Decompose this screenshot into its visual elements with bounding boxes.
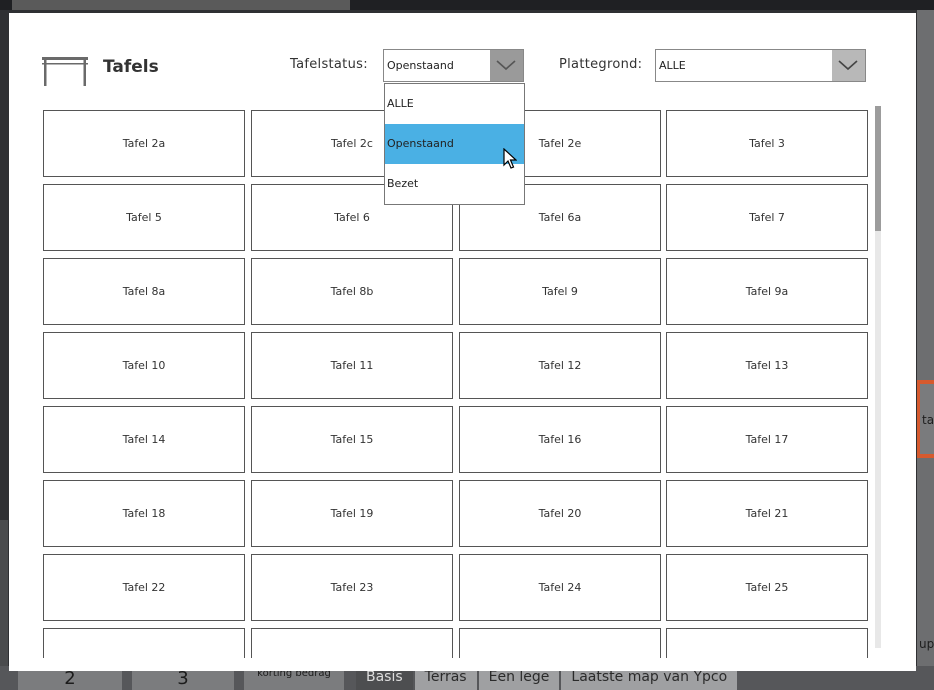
table-button[interactable]: Tafel 14 [43,406,245,473]
table-button[interactable]: Tafel 21 [666,480,868,547]
grid-scrollbar[interactable] [875,106,881,648]
table-button[interactable] [459,628,661,658]
table-button[interactable]: Tafel 2a [43,110,245,177]
background-left-strip [0,520,8,680]
table-button[interactable]: Tafel 8a [43,258,245,325]
background-right-strip: ta up [917,10,934,680]
table-button[interactable]: Tafel 13 [666,332,868,399]
table-button[interactable]: Tafel 3 [666,110,868,177]
plattegrond-select[interactable]: ALLE [655,49,866,82]
background-key: korting bedrag [244,668,344,690]
background-side-text: up [919,637,934,651]
table-button[interactable]: Tafel 19 [251,480,453,547]
table-button[interactable]: Tafel 22 [43,554,245,621]
background-tab [12,0,350,10]
status-option-alle[interactable]: ALLE [385,84,524,124]
table-button[interactable]: Tafel 11 [251,332,453,399]
table-button[interactable]: Tafel 9a [666,258,868,325]
table-button[interactable]: Tafel 12 [459,332,661,399]
background-key: 2 [18,668,122,690]
table-button[interactable]: Tafel 25 [666,554,868,621]
table-button[interactable] [251,628,453,658]
plattegrond-label: Plattegrond: [559,57,643,72]
status-select[interactable]: Openstaand [383,49,524,82]
table-button[interactable] [666,628,868,658]
background-side-text: ta [922,413,934,427]
plattegrond-select-value: ALLE [659,59,686,72]
chevron-down-icon[interactable] [490,50,523,81]
chevron-down-icon[interactable] [832,50,865,81]
table-button[interactable]: Tafel 8b [251,258,453,325]
tables-dialog: Tafels Tafelstatus: Openstaand Plattegro… [9,13,916,671]
table-button[interactable]: Tafel 23 [251,554,453,621]
background-topbar [0,0,934,10]
table-button[interactable]: Tafel 16 [459,406,661,473]
table-button[interactable]: Tafel 15 [251,406,453,473]
table-button[interactable]: Tafel 10 [43,332,245,399]
table-button[interactable]: Tafel 17 [666,406,868,473]
status-label: Tafelstatus: [290,57,368,72]
scrollbar-thumb[interactable] [875,106,881,231]
background-key: 3 [132,668,234,690]
table-button[interactable]: Tafel 20 [459,480,661,547]
dialog-title: Tafels [103,57,159,77]
table-button[interactable]: Tafel 18 [43,480,245,547]
table-button[interactable] [43,628,245,658]
table-button[interactable]: Tafel 7 [666,184,868,251]
status-dropdown-list: ALLE Openstaand Bezet [384,83,525,205]
table-button[interactable]: Tafel 5 [43,184,245,251]
table-icon [41,56,89,86]
status-select-value: Openstaand [387,59,454,72]
mouse-cursor-icon [503,147,518,174]
table-button[interactable]: Tafel 24 [459,554,661,621]
table-button[interactable]: Tafel 9 [459,258,661,325]
